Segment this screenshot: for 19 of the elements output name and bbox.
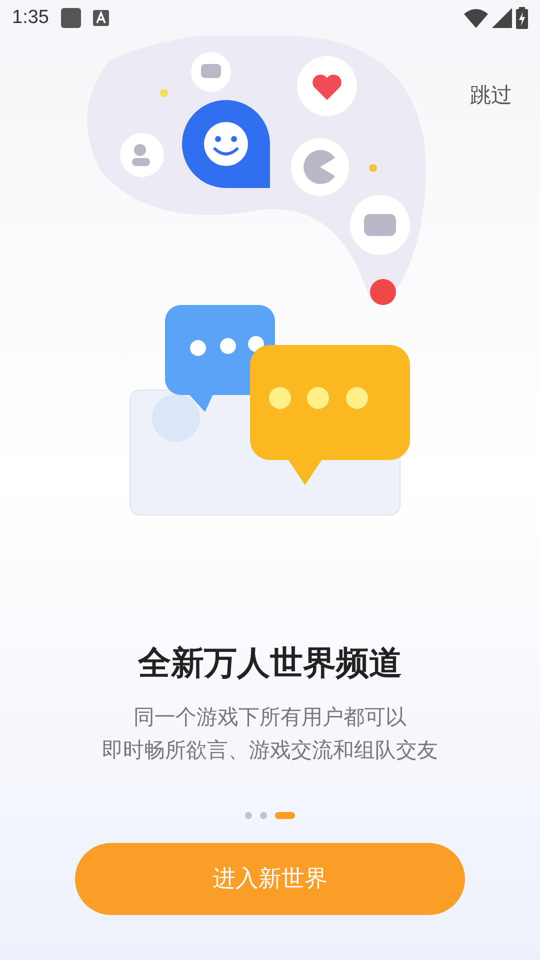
page-indicator[interactable] <box>260 812 267 818</box>
dot-icon <box>369 164 377 172</box>
font-icon <box>92 10 109 26</box>
smiley-chat-icon <box>182 100 270 188</box>
signal-icon <box>492 8 512 28</box>
wifi-icon <box>464 8 488 28</box>
feature-description: 同一个游戏下所有用户都可以 <box>134 704 406 730</box>
skip-button[interactable]: 跳过 <box>470 80 512 112</box>
users-icon <box>120 133 164 177</box>
status-time: 1:35 <box>12 6 49 30</box>
battery-icon <box>516 7 528 29</box>
page-indicator[interactable] <box>275 812 295 818</box>
dot-icon <box>370 279 396 305</box>
feature-description: 即时畅所欲言、游戏交流和组队交友 <box>102 738 438 764</box>
dot-icon <box>160 89 168 97</box>
feature-title: 全新万人世界频道 <box>138 643 402 683</box>
page-indicator[interactable] <box>245 812 252 818</box>
pacman-icon <box>291 138 349 196</box>
notification-icon <box>60 8 81 28</box>
